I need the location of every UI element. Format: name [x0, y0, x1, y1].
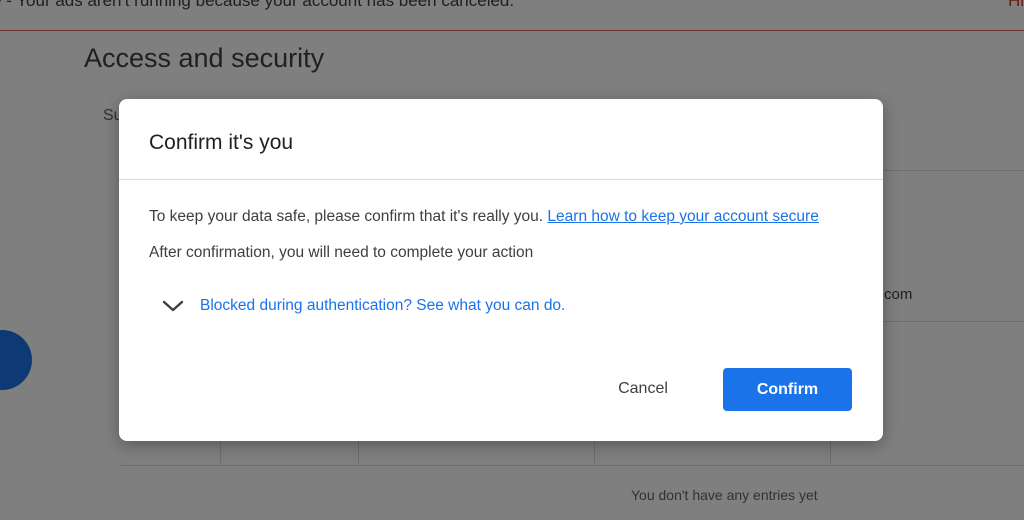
dialog-message-text: To keep your data safe, please confirm t…	[149, 208, 548, 225]
chevron-down-icon	[162, 300, 184, 312]
dialog-message: To keep your data safe, please confirm t…	[149, 208, 819, 226]
expander-label: Blocked during authentication? See what …	[200, 297, 566, 314]
dialog-divider	[119, 179, 883, 180]
learn-more-link[interactable]: Learn how to keep your account secure	[547, 208, 818, 225]
confirm-identity-dialog: Confirm it's you To keep your data safe,…	[119, 99, 883, 441]
cancel-button[interactable]: Cancel	[595, 369, 691, 409]
blocked-help-expander[interactable]: Blocked during authentication? See what …	[161, 294, 565, 318]
dialog-title: Confirm it's you	[149, 131, 294, 154]
confirm-button[interactable]: Confirm	[723, 368, 852, 411]
dialog-note: After confirmation, you will need to com…	[149, 244, 534, 261]
